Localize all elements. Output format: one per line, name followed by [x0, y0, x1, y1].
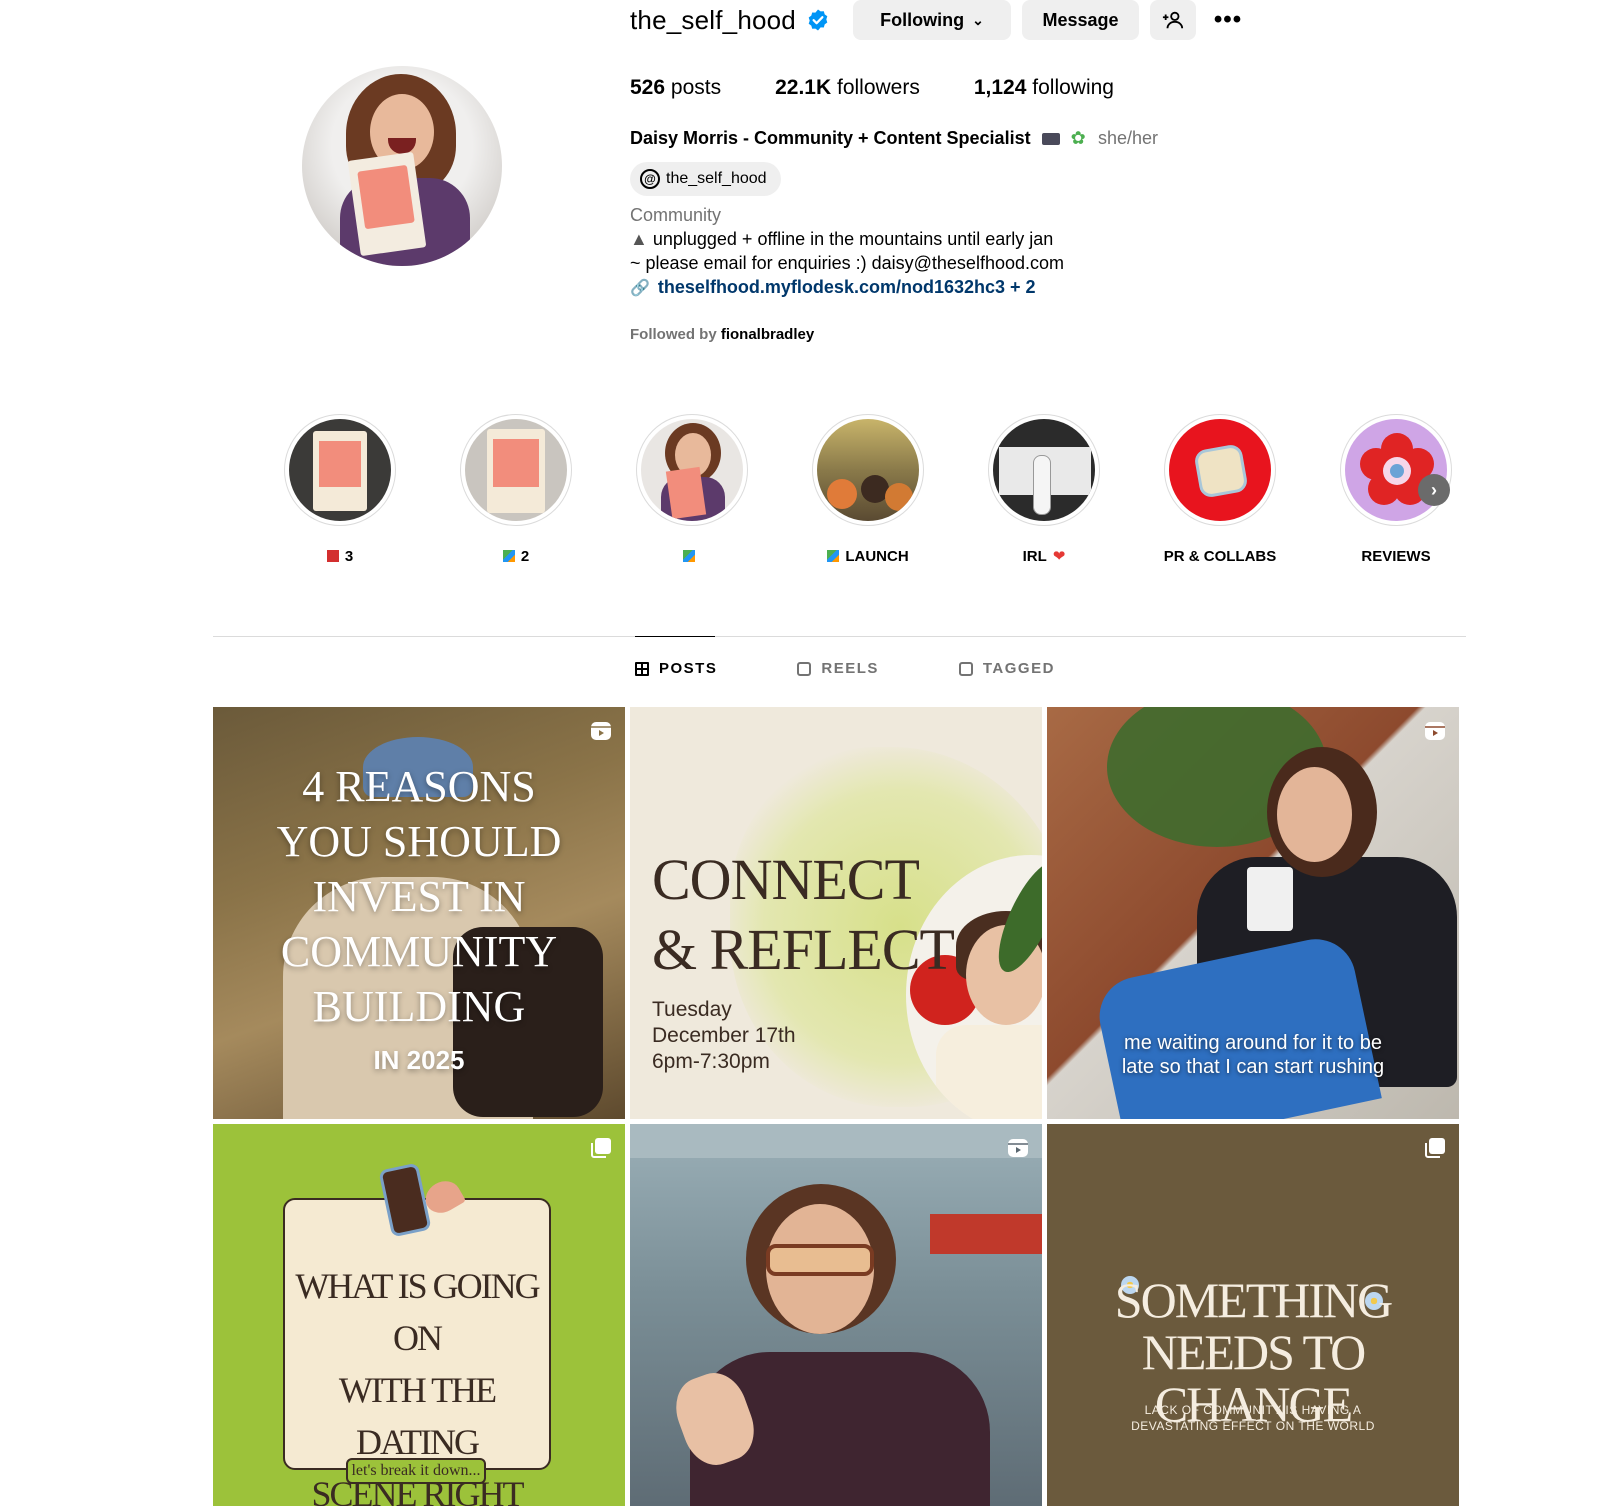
highlight-cover	[817, 419, 919, 521]
tab-tagged-label: TAGGED	[982, 660, 1055, 677]
following-button-label: Following	[880, 9, 965, 30]
post-event-time: Tuesday December 17th 6pm-7:30pm	[652, 998, 796, 1073]
tab-tagged[interactable]: TAGGED	[958, 660, 1055, 677]
external-link-text: theselfhood.myflodesk.com/nod1632hc3 + 2	[657, 277, 1036, 297]
following-count: 1,124	[973, 76, 1027, 99]
posts-label: posts	[670, 76, 722, 99]
full-name: Daisy Morris - Community + Content Speci…	[630, 128, 1086, 149]
highlight-item[interactable]: IRL ❤	[974, 414, 1114, 566]
post-tile[interactable]: SOMETHING NEEDS TO CHANGE LACK OF COMMUN…	[1047, 1124, 1459, 1506]
threads-handle: the_self_hood	[666, 170, 767, 187]
highlight-label: IRL	[1022, 547, 1047, 565]
tab-reels-label: REELS	[821, 660, 879, 677]
post-title: CONNECT & REFLECT	[652, 847, 955, 982]
post-subtitle: IN 2025	[373, 1045, 465, 1075]
chevron-down-icon: ⌄	[972, 11, 984, 28]
highlight-cover	[1169, 419, 1271, 521]
following-stat[interactable]: 1,124 following	[974, 76, 1114, 100]
profile-header: the_self_hood Following ⌄ Message ••• 52…	[0, 0, 1624, 620]
more-options-button[interactable]: •••	[1208, 0, 1248, 40]
username-row: the_self_hood	[630, 0, 830, 40]
chevron-right-icon: ›	[1431, 479, 1437, 500]
post-tile[interactable]: WHAT IS GOING ON WITH THE DATING SCENE R…	[213, 1124, 625, 1506]
profile-avatar[interactable]	[302, 66, 502, 266]
followers-stat[interactable]: 22.1K followers	[775, 76, 920, 100]
highlight-item[interactable]: 2	[446, 414, 586, 566]
heart-icon: ❤	[1052, 548, 1066, 565]
bio-line-1-text: unplugged + offline in the mountains unt…	[652, 229, 1054, 249]
post-tile[interactable]: 4 REASONS YOU SHOULD INVEST IN COMMUNITY…	[213, 707, 625, 1119]
carousel-icon	[591, 1138, 611, 1158]
reels-icon	[797, 661, 812, 676]
red-book-icon	[326, 550, 339, 562]
books-icon	[502, 550, 515, 562]
reel-icon	[591, 722, 611, 740]
add-user-button[interactable]	[1150, 0, 1196, 40]
reel-icon	[1008, 1139, 1028, 1157]
followed-by-user: fionalbradley	[720, 326, 815, 343]
highlight-cover	[289, 419, 391, 521]
external-link[interactable]: 🔗 theselfhood.myflodesk.com/nod1632hc3 +…	[630, 277, 1036, 298]
pronouns: she/her	[1098, 128, 1159, 148]
post-pill: let's break it down...	[346, 1458, 486, 1484]
highlight-cover	[993, 419, 1095, 521]
grid-icon	[635, 661, 649, 676]
full-name-text: Daisy Morris - Community + Content Speci…	[630, 128, 1031, 148]
carousel-icon	[1425, 1138, 1445, 1158]
mountain-icon: ▲	[630, 229, 648, 249]
highlight-label: 3	[344, 547, 354, 565]
sprout-icon: ✿	[1070, 128, 1086, 148]
tab-posts[interactable]: POSTS	[635, 660, 717, 677]
reel-icon	[1425, 722, 1445, 740]
highlight-item[interactable]: LAUNCH	[798, 414, 938, 566]
highlight-item[interactable]: 3	[270, 414, 410, 566]
post-title: 4 REASONS YOU SHOULD INVEST IN COMMUNITY…	[276, 762, 562, 1031]
post-tile[interactable]: CONNECT & REFLECT Tuesday December 17th …	[630, 707, 1042, 1119]
post-subtitle: LACK OF COMMUNITY IS HAVING A DEVASTATIN…	[1131, 1403, 1375, 1433]
highlight-cover	[465, 419, 567, 521]
tagged-icon	[958, 661, 973, 676]
following-button[interactable]: Following ⌄	[853, 0, 1011, 40]
tab-posts-label: POSTS	[659, 660, 718, 677]
highlight-label: 2	[520, 547, 530, 565]
books-icon	[827, 550, 840, 562]
camera-icon	[1041, 133, 1060, 146]
highlight-label: LAUNCH	[845, 547, 909, 565]
highlight-item[interactable]	[622, 414, 762, 566]
highlight-item[interactable]: PR & COLLABS	[1150, 414, 1290, 566]
profile-stats: 526 posts 22.1K followers 1,124 followin…	[630, 76, 1168, 100]
followed-by[interactable]: Followed by fionalbradley	[630, 326, 814, 343]
post-caption: me waiting around for it to be late so t…	[1121, 1032, 1385, 1078]
highlights-next-button[interactable]: ›	[1418, 474, 1450, 506]
active-tab-indicator	[635, 636, 715, 637]
username: the_self_hood	[630, 4, 796, 35]
followers-count: 22.1K	[775, 76, 832, 99]
bio-line-2: ~ please email for enquiries :) daisy@th…	[630, 253, 1064, 273]
posts-stat: 526 posts	[630, 76, 721, 100]
post-tile[interactable]	[630, 1124, 1042, 1506]
link-icon: 🔗	[630, 279, 650, 297]
tab-reels[interactable]: REELS	[797, 660, 879, 677]
threads-icon: @	[640, 169, 660, 189]
add-user-icon	[1162, 11, 1184, 29]
post-tile[interactable]: me waiting around for it to be late so t…	[1047, 707, 1459, 1119]
highlight-label: REVIEWS	[1361, 547, 1431, 565]
profile-category: Community	[630, 205, 722, 225]
verified-badge-icon	[808, 9, 828, 31]
books-icon	[683, 550, 695, 562]
threads-link[interactable]: @ the_self_hood	[630, 162, 781, 196]
highlight-cover	[641, 419, 743, 521]
followers-label: followers	[836, 76, 920, 99]
tabs-divider	[213, 636, 1466, 637]
followed-by-prefix: Followed by	[630, 326, 717, 343]
story-highlights: 3 2 LAUNCH IRL ❤ PR & COLLABS REVIEWS ›	[270, 414, 1452, 566]
highlight-label: PR & COLLABS	[1163, 547, 1277, 565]
posts-count: 526	[630, 76, 666, 99]
message-button[interactable]: Message	[1022, 0, 1139, 40]
bio-line-1: ▲ unplugged + offline in the mountains u…	[630, 229, 1053, 250]
following-label: following	[1032, 76, 1114, 99]
profile-tabs: POSTS REELS TAGGED	[635, 660, 1135, 677]
